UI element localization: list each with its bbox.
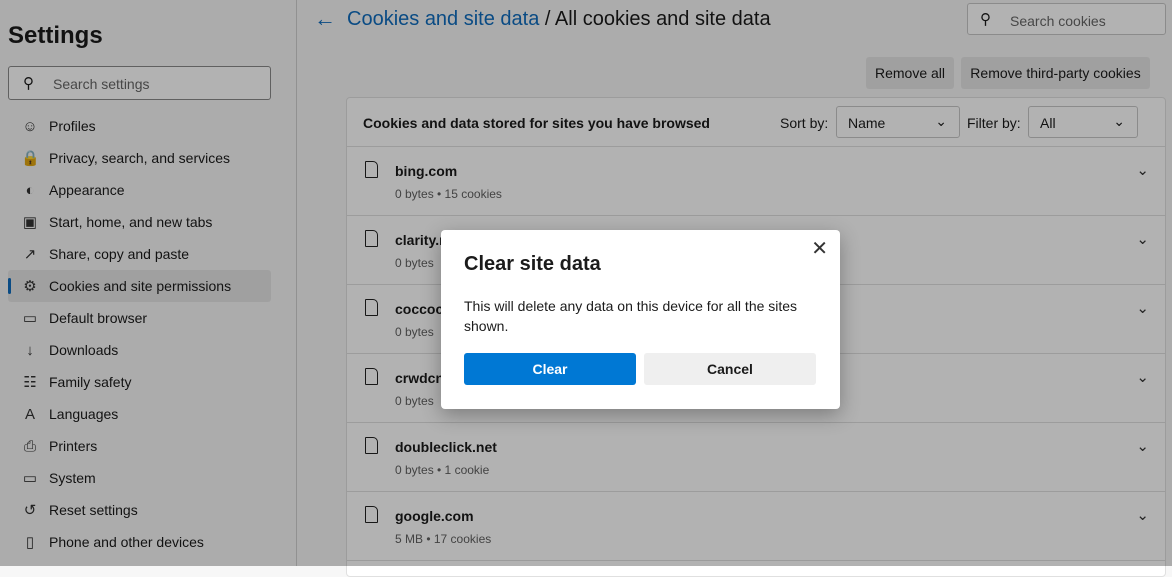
clear-button[interactable]: Clear bbox=[464, 353, 636, 385]
close-icon[interactable]: ✕ bbox=[811, 236, 828, 261]
dialog-title: Clear site data bbox=[464, 253, 601, 275]
clear-site-data-dialog: ✕ Clear site data This will delete any d… bbox=[441, 230, 840, 409]
dialog-message: This will delete any data on this device… bbox=[464, 298, 798, 334]
cancel-button[interactable]: Cancel bbox=[644, 353, 816, 385]
